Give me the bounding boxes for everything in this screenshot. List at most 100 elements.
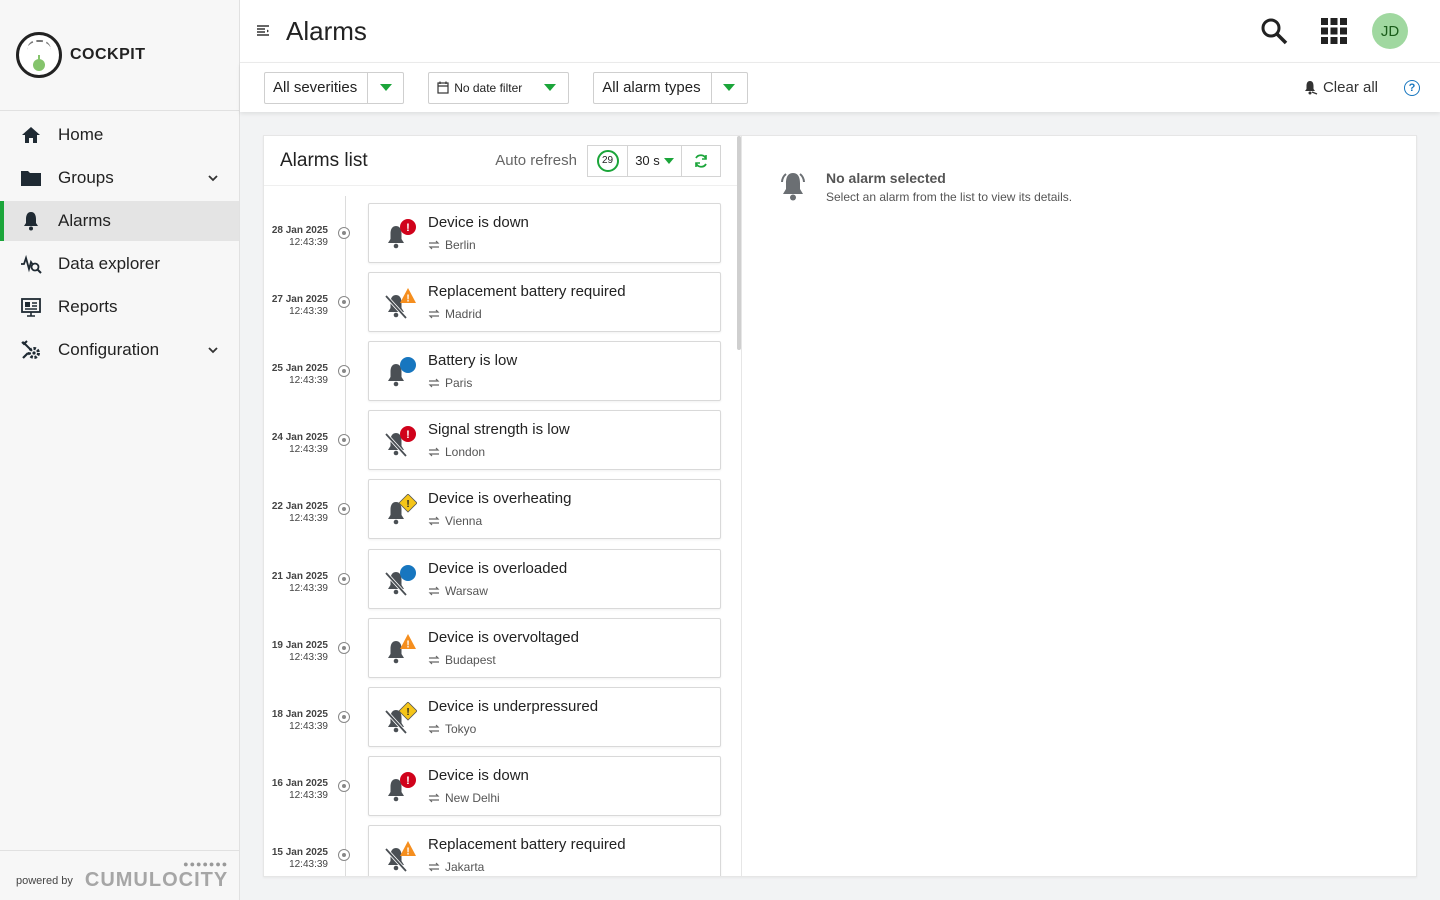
- vendor-name: CUMULOCITY: [85, 869, 228, 892]
- powered-by-footer: powered by ●●●●●●● CUMULOCITY: [0, 850, 239, 900]
- sidebar-item-reports[interactable]: Reports: [0, 287, 239, 327]
- alarm-source-label: Paris: [445, 376, 472, 390]
- help-icon[interactable]: ?: [1404, 80, 1420, 96]
- alarm-source[interactable]: Warsaw: [428, 584, 488, 598]
- brand[interactable]: COCKPIT: [0, 0, 239, 111]
- alarm-title: Device is overloaded: [428, 560, 567, 577]
- refresh-interval-dropdown[interactable]: 30 s: [628, 146, 682, 176]
- search-icon: [1260, 17, 1288, 45]
- alarm-list-item[interactable]: 19 Jan 202512:43:39! Device is overvoltag…: [264, 618, 734, 678]
- timeline-dot-icon: [338, 365, 350, 377]
- alarm-source[interactable]: Madrid: [428, 307, 482, 321]
- alarm-source[interactable]: Berlin: [428, 238, 476, 252]
- app-header: Alarms JD: [240, 0, 1440, 63]
- alarm-date: 24 Jan 202512:43:39: [264, 432, 328, 456]
- alarm-card[interactable]: Device is overloaded Warsaw: [368, 549, 721, 609]
- alarm-type-filter-dropdown[interactable]: All alarm types: [593, 72, 747, 104]
- caret-down-icon[interactable]: [711, 73, 747, 103]
- source-device-icon: [428, 793, 440, 803]
- alarm-list-item[interactable]: 15 Jan 202512:43:39!Replacement battery …: [264, 825, 734, 876]
- alarm-list-item[interactable]: 24 Jan 202512:43:39 !Signal strength is l…: [264, 410, 734, 470]
- chevron-down-icon[interactable]: [207, 344, 219, 356]
- user-avatar[interactable]: JD: [1372, 13, 1408, 49]
- alarm-date: 21 Jan 202512:43:39: [264, 571, 328, 595]
- refresh-button[interactable]: [682, 146, 720, 176]
- sidebar: COCKPIT Home Groups Alarms Data expl: [0, 0, 240, 900]
- alarm-source[interactable]: New Delhi: [428, 791, 500, 805]
- alarm-card[interactable]: !Device is underpressuredTokyo: [368, 687, 721, 747]
- alarm-source[interactable]: London: [428, 445, 485, 459]
- alarm-source-label: Warsaw: [445, 584, 488, 598]
- alarm-list-item[interactable]: 21 Jan 202512:43:39 Device is overloaded W…: [264, 549, 734, 609]
- severity-filter-value: All severities: [265, 79, 367, 96]
- alarm-critical-bell-icon: !: [383, 218, 417, 252]
- calendar-filter-icon: [437, 81, 449, 94]
- alarm-list-item[interactable]: 16 Jan 202512:43:39!Device is downNew De…: [264, 756, 734, 816]
- sidebar-item-home[interactable]: Home: [0, 115, 239, 155]
- alarm-card[interactable]: ! Device is overheating Vienna: [368, 479, 721, 539]
- alarm-title: Device is overvoltaged: [428, 629, 579, 646]
- app-switcher-button[interactable]: [1304, 0, 1364, 63]
- sidebar-item-data-explorer[interactable]: Data explorer: [0, 244, 239, 284]
- alarm-source[interactable]: Paris: [428, 376, 472, 390]
- alarm-date: 18 Jan 202512:43:39: [264, 709, 328, 733]
- sidebar-item-configuration[interactable]: Configuration: [0, 330, 239, 370]
- sidebar-toggle-icon[interactable]: [248, 23, 278, 39]
- countdown-toggle[interactable]: 29: [588, 146, 628, 176]
- severity-filter-dropdown[interactable]: All severities: [264, 72, 404, 104]
- alarm-source[interactable]: Vienna: [428, 514, 482, 528]
- configuration-icon: [20, 339, 42, 361]
- caret-down-icon[interactable]: [367, 73, 403, 103]
- sidebar-item-label: Home: [58, 125, 239, 145]
- alarm-list-item[interactable]: 18 Jan 202512:43:39 !Device is underpress…: [264, 687, 734, 747]
- alarms-list-header: Alarms list Auto refresh 29 30 s: [264, 136, 741, 186]
- list-scrollbar[interactable]: [737, 136, 741, 350]
- source-device-icon: [428, 862, 440, 872]
- alarm-major-silenced-bell-icon: !: [383, 840, 417, 874]
- alarm-minor-bell-icon: !: [383, 494, 417, 528]
- source-device-icon: [428, 724, 440, 734]
- alarm-card[interactable]: Battery is lowParis: [368, 341, 721, 401]
- alarm-source[interactable]: Jakarta: [428, 860, 484, 874]
- alarm-list-item[interactable]: 27 Jan 202512:43:39!Replacement battery …: [264, 272, 734, 332]
- filter-bar: All severities No date filter All alarm …: [240, 63, 1440, 112]
- alarm-source[interactable]: Tokyo: [428, 722, 476, 736]
- alarm-list-item[interactable]: 22 Jan 202512:43:39! Device is overheatin…: [264, 479, 734, 539]
- alarm-date: 22 Jan 202512:43:39: [264, 501, 328, 525]
- alarm-card[interactable]: ! Device is overvoltaged Budapest: [368, 618, 721, 678]
- timeline-dot-icon: [338, 573, 350, 585]
- source-device-icon: [428, 378, 440, 388]
- alarm-card[interactable]: !Device is downBerlin: [368, 203, 721, 263]
- date-filter-dropdown[interactable]: No date filter: [428, 72, 569, 104]
- alarm-title: Device is overheating: [428, 490, 571, 507]
- alarm-source-label: Vienna: [445, 514, 482, 528]
- alarms-card: Alarms list Auto refresh 29 30 s 28 Jan …: [263, 135, 1417, 877]
- alarm-minor-silenced-bell-icon: !: [383, 702, 417, 736]
- sidebar-item-alarms[interactable]: Alarms: [0, 201, 239, 241]
- search-button[interactable]: [1244, 0, 1304, 63]
- source-device-icon: [428, 655, 440, 665]
- sidebar-item-groups[interactable]: Groups: [0, 158, 239, 198]
- alarm-list-item[interactable]: 25 Jan 202512:43:39Battery is lowParis: [264, 341, 734, 401]
- timeline-dot-icon: [338, 849, 350, 861]
- alarm-date: 19 Jan 202512:43:39: [264, 640, 328, 664]
- timeline-dot-icon: [338, 434, 350, 446]
- sidebar-nav: Home Groups Alarms Data explorer Repo: [0, 115, 239, 370]
- alarm-card[interactable]: !Replacement battery requiredJakarta: [368, 825, 721, 876]
- timeline-dot-icon: [338, 642, 350, 654]
- alarm-card[interactable]: !Device is downNew Delhi: [368, 756, 721, 816]
- clear-all-button[interactable]: Clear all: [1304, 79, 1378, 96]
- alarm-source[interactable]: Budapest: [428, 653, 496, 667]
- alarm-source-label: New Delhi: [445, 791, 500, 805]
- chevron-down-icon[interactable]: [207, 172, 219, 184]
- alarm-card[interactable]: !Signal strength is lowLondon: [368, 410, 721, 470]
- alarm-card[interactable]: !Replacement battery requiredMadrid: [368, 272, 721, 332]
- alarm-detail-pane: No alarm selected Select an alarm from t…: [744, 136, 1416, 876]
- alarm-major-bell-icon: !: [383, 633, 417, 667]
- svg-text:!: !: [406, 499, 409, 510]
- alarm-list-item[interactable]: 28 Jan 202512:43:39!Device is downBerlin: [264, 203, 734, 263]
- alarms-list-title: Alarms list: [280, 150, 495, 172]
- caret-down-icon[interactable]: [532, 73, 568, 103]
- empty-state-title: No alarm selected: [826, 170, 1072, 186]
- refresh-interval-value: 30 s: [635, 153, 660, 168]
